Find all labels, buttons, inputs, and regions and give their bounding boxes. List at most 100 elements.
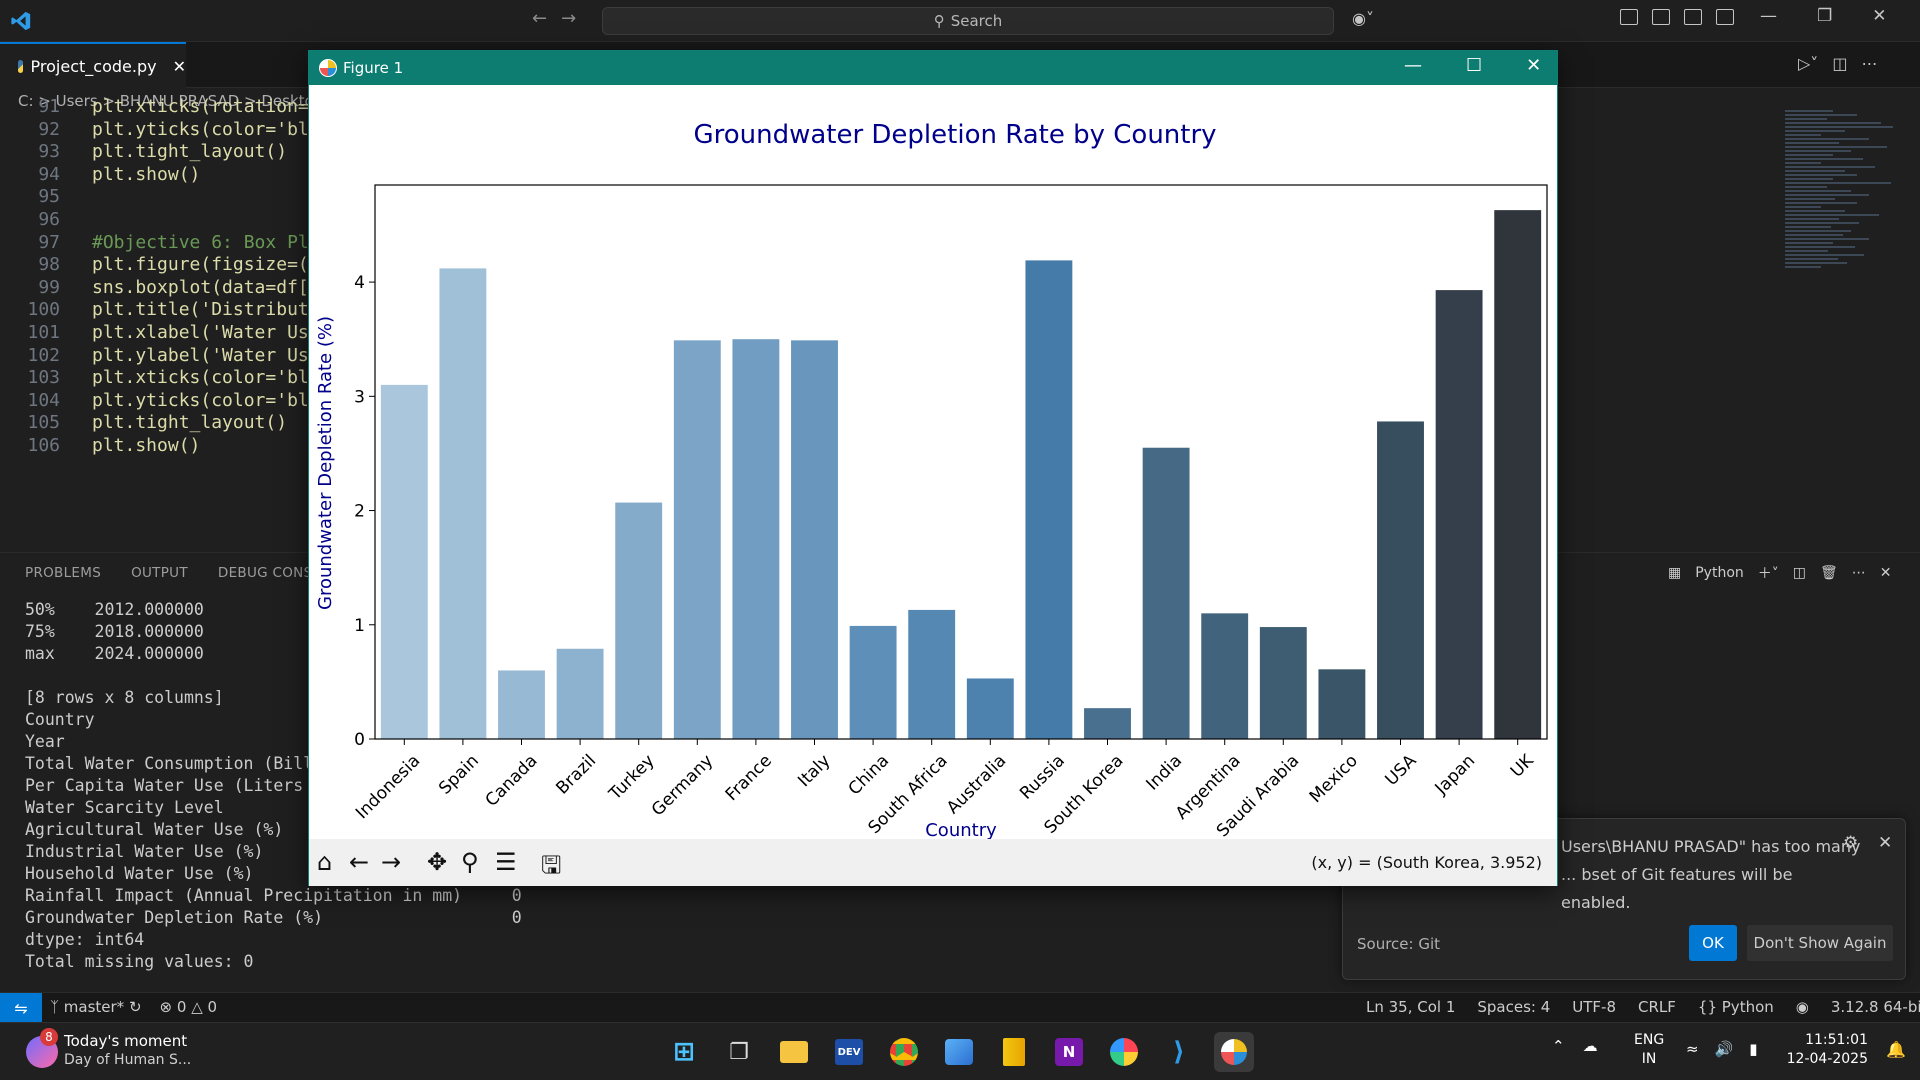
gear-icon[interactable]: ⚙ [1843, 833, 1858, 853]
date: 12-04-2025 [1786, 1051, 1868, 1067]
x-tick-label: China [845, 751, 893, 799]
remote-indicator-icon[interactable]: ⇋ [0, 993, 42, 1023]
home-icon[interactable]: ⌂ [317, 848, 332, 876]
terminal-label[interactable]: Python [1695, 565, 1744, 581]
bar-mexico [1318, 669, 1366, 739]
customize-layout-icon[interactable] [1620, 9, 1638, 25]
figure-minimize-icon[interactable]: — [1404, 55, 1422, 76]
toggle-panel-icon[interactable] [1684, 9, 1702, 25]
x-tick-label: Japan [1431, 751, 1479, 799]
forward-arrow-icon[interactable]: → [561, 8, 576, 29]
toggle-primary-sidebar-icon[interactable] [1652, 9, 1670, 25]
zoom-icon[interactable]: ⚲ [461, 848, 479, 876]
tab-problems[interactable]: PROBLEMS [25, 565, 101, 581]
clock[interactable]: 11:51:01 12-04-2025 [1782, 1031, 1868, 1069]
line-text: plt.tight_layout() [92, 412, 288, 434]
command-center-search[interactable]: ⚲ Search [602, 7, 1334, 35]
figure-toolbar: ⌂ ← → ✥ ⚲ ☰ 🖫 (x, y) = (South Korea, 3.9… [309, 839, 1557, 886]
close-panel-icon[interactable]: ✕ [1880, 565, 1892, 581]
minimize-icon[interactable]: — [1760, 6, 1777, 26]
language-indicator[interactable]: ENG IN [1634, 1031, 1664, 1069]
photos-icon[interactable] [939, 1032, 979, 1072]
start-menu-icon[interactable]: ⊞ [664, 1032, 704, 1072]
split-editor-icon[interactable]: ◫ [1832, 54, 1847, 73]
tab-output[interactable]: OUTPUT [131, 565, 188, 581]
branch-indicator[interactable]: ᛉ master* ↻ [50, 998, 142, 1016]
devhome-icon[interactable]: DEV [829, 1032, 869, 1072]
more-actions-icon[interactable]: ⋯ [1861, 54, 1877, 73]
new-terminal-icon[interactable]: ＋˅ [1758, 563, 1779, 583]
moment-subtitle[interactable]: Day of Human S... [64, 1052, 191, 1068]
volume-icon[interactable]: 🔊 [1715, 1040, 1734, 1058]
search-icon: ⚲ [933, 12, 945, 30]
figure-maximize-icon[interactable]: ☐ [1466, 55, 1482, 76]
x-tick-label: Australia [943, 751, 1010, 818]
file-explorer-icon[interactable] [774, 1032, 814, 1072]
python-interpreter[interactable]: 3.12.8 64-bit [1831, 998, 1920, 1016]
paint-icon[interactable] [1104, 1032, 1144, 1072]
vscode-logo-icon[interactable] [10, 10, 32, 32]
x-tick-label: USA [1381, 751, 1420, 790]
x-tick-label: Germany [648, 751, 717, 820]
tab-close-icon[interactable]: ✕ [173, 57, 186, 76]
back-icon[interactable]: ← [349, 848, 369, 876]
toggle-secondary-sidebar-icon[interactable] [1716, 9, 1734, 25]
save-figure-icon[interactable]: 🖫 [541, 848, 561, 889]
copilot-icon[interactable]: ◉˅ [1352, 9, 1374, 28]
onedrive-icon[interactable]: ☁ [1583, 1037, 1598, 1055]
show-hidden-icons-icon[interactable]: ⌃ [1552, 1037, 1565, 1055]
more-icon[interactable]: ⋯ [1852, 565, 1866, 581]
powerbi-icon[interactable] [994, 1032, 1034, 1072]
back-arrow-icon[interactable]: ← [532, 8, 547, 29]
tab-project-code[interactable]: Project_code.py ✕ [0, 42, 186, 88]
bar-japan [1435, 290, 1483, 739]
notification-center-icon[interactable]: 🔔 [1886, 1040, 1906, 1059]
encoding[interactable]: UTF-8 [1572, 998, 1616, 1016]
forward-icon[interactable]: → [381, 848, 401, 876]
vscode-titlebar: ← → ⚲ Search ◉˅ — ❐ ✕ [0, 0, 1920, 42]
bar-china [849, 625, 897, 739]
notification-badge: 8 [40, 1028, 58, 1046]
wifi-icon[interactable]: ≈ [1686, 1040, 1699, 1058]
close-icon[interactable]: ✕ [1878, 833, 1892, 853]
task-view-icon[interactable]: ❐ [719, 1032, 759, 1072]
problems-indicator[interactable]: ⊗ 0 △ 0 [160, 998, 218, 1016]
onenote-icon[interactable]: N [1049, 1032, 1089, 1072]
line-text: plt.xlabel('Water Us [92, 322, 309, 343]
chrome-icon[interactable] [884, 1032, 924, 1072]
close-icon[interactable]: ✕ [1872, 6, 1886, 26]
battery-icon[interactable]: ▮ [1749, 1040, 1757, 1058]
matplotlib-icon [319, 59, 337, 77]
dont-show-again-button[interactable]: Don't Show Again [1747, 925, 1893, 961]
line-ending[interactable]: CRLF [1638, 998, 1676, 1016]
line-number: 94 [38, 163, 60, 185]
ok-button[interactable]: OK [1689, 925, 1737, 961]
cursor-position[interactable]: Ln 35, Col 1 [1366, 998, 1455, 1016]
restore-icon[interactable]: ❐ [1817, 6, 1832, 26]
lang-line1: ENG [1634, 1032, 1665, 1048]
pan-icon[interactable]: ✥ [427, 848, 447, 876]
python-figure-taskbar-icon[interactable] [1214, 1032, 1254, 1072]
configure-subplots-icon[interactable]: ☰ [495, 848, 517, 876]
coordinate-readout: (x, y) = (South Korea, 3.952) [1311, 853, 1542, 872]
y-tick-label: 1 [354, 616, 365, 636]
indentation[interactable]: Spaces: 4 [1477, 998, 1550, 1016]
bar-south-africa [908, 609, 956, 739]
y-axis-label: Groundwater Depletion Rate (%) [315, 316, 336, 610]
figure-close-icon[interactable]: ✕ [1526, 55, 1541, 76]
vscode-taskbar-icon[interactable]: ⟩ [1159, 1032, 1199, 1072]
language-mode[interactable]: {} Python [1698, 998, 1774, 1016]
split-terminal-icon[interactable]: ◫ [1793, 565, 1806, 581]
bar-saudi-arabia [1259, 627, 1307, 739]
copilot-status-icon[interactable]: ◉ [1796, 998, 1809, 1016]
minimap[interactable] [1785, 110, 1905, 350]
moment-title[interactable]: Today's moment [64, 1032, 187, 1050]
run-icon[interactable]: ▷˅ [1798, 54, 1818, 73]
x-tick-label: Brazil [552, 751, 600, 799]
line-number: 98 [38, 254, 60, 276]
kill-terminal-icon[interactable]: 🗑 [1820, 565, 1838, 581]
x-tick-label: UK [1507, 750, 1538, 781]
chart-canvas[interactable]: Groundwater Depletion Rate by Country 0 1… [309, 85, 1557, 887]
figure-titlebar[interactable]: Figure 1 — ☐ ✕ [309, 51, 1557, 85]
x-tick-label: Indonesia [352, 751, 424, 823]
